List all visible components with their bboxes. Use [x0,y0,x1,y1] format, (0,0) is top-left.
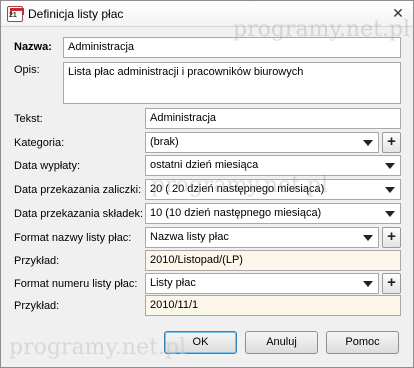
data-skladek-select[interactable]: 10 (10 dzień następnego miesiąca) [145,203,401,224]
ok-button[interactable]: OK [164,331,237,354]
dropdown-arrow-icon[interactable] [363,140,373,146]
opis-textarea[interactable]: Lista płac administracji i pracowników b… [63,62,401,104]
format-nazwy-label: Format nazwy listy płac: [14,232,132,244]
help-button[interactable]: Pomoc [326,331,399,354]
dropdown-arrow-icon[interactable] [363,235,373,241]
window-title: Definicja listy płac [28,7,124,21]
data-zaliczki-select[interactable]: 20 ( 20 dzień następnego miesiąca) [145,179,401,200]
data-skladek-value: 10 (10 dzień następnego miesiąca) [150,207,322,219]
format-numeru-value: Listy płac [150,277,196,289]
calendar-app-icon [7,6,24,22]
format-numeru-add-button[interactable]: + [382,273,401,294]
przyklad-nazwy-label: Przykład: [14,255,60,267]
przyklad-numeru-label: Przykład: [14,300,60,312]
data-wyplaty-label: Data wypłaty: [14,160,81,172]
nazwa-input[interactable]: Administracja [63,37,401,58]
dropdown-arrow-icon[interactable] [385,187,395,193]
kategoria-add-button[interactable]: + [382,132,401,153]
kategoria-label: Kategoria: [14,137,65,149]
tekst-label: Tekst: [14,113,43,125]
dropdown-arrow-icon[interactable] [385,211,395,217]
title-bar[interactable]: Definicja listy płac ✕ [1,1,413,27]
format-nazwy-select[interactable]: Nazwa listy płac [145,227,379,248]
data-zaliczki-label: Data przekazania zaliczki: [14,184,142,196]
cancel-button[interactable]: Anuluj [245,331,318,354]
dialog-window: Definicja listy płac ✕ Nazwa: Administra… [0,0,414,368]
tekst-input[interactable]: Administracja [145,108,401,129]
close-button[interactable]: ✕ [389,5,407,23]
format-nazwy-value: Nazwa listy płac [150,231,229,243]
kategoria-value: (brak) [150,136,179,148]
dropdown-arrow-icon[interactable] [385,163,395,169]
kategoria-select[interactable]: (brak) [145,132,379,153]
data-zaliczki-value: 20 ( 20 dzień następnego miesiąca) [150,183,325,195]
dropdown-arrow-icon[interactable] [363,281,373,287]
watermark-bottom: programy.net.pl [9,335,187,360]
data-wyplaty-value: ostatni dzień miesiąca [150,159,259,171]
przyklad-nazwy-field: 2010/Listopad/(LP) [145,250,401,271]
przyklad-numeru-field: 2010/11/1 [145,295,401,316]
format-nazwy-add-button[interactable]: + [382,227,401,248]
opis-label: Opis: [14,64,40,76]
format-numeru-select[interactable]: Listy płac [145,273,379,294]
data-skladek-label: Data przekazania składek: [14,208,144,220]
nazwa-label: Nazwa: [14,41,52,53]
data-wyplaty-select[interactable]: ostatni dzień miesiąca [145,155,401,176]
format-numeru-label: Format numeru listy płac: [14,278,138,290]
